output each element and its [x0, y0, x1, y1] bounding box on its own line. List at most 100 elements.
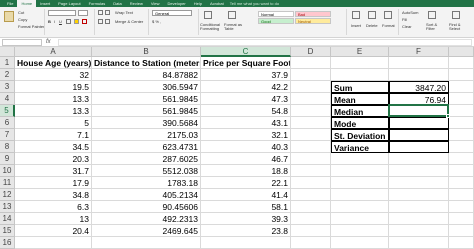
grid-cell[interactable] — [291, 225, 331, 237]
grid-cell[interactable] — [291, 177, 331, 189]
fill-handle[interactable] — [446, 114, 450, 118]
grid-cell[interactable] — [449, 141, 474, 153]
fill-button[interactable]: Fill — [402, 17, 407, 22]
row-header-2[interactable]: 2 — [0, 69, 15, 81]
column-header-f[interactable]: F — [389, 47, 449, 57]
find-select-button[interactable]: Find & Select — [449, 23, 469, 31]
stat-value-variance[interactable] — [389, 141, 449, 153]
grid-cell[interactable] — [389, 189, 449, 201]
font-name-select[interactable] — [48, 10, 76, 16]
insert-cells-icon[interactable] — [352, 11, 360, 19]
font-size-select[interactable] — [78, 10, 88, 16]
grid-cell[interactable] — [389, 69, 449, 81]
cell-price[interactable]: 22.1 — [201, 177, 291, 189]
row-header-14[interactable]: 14 — [0, 213, 15, 225]
grid-cell[interactable] — [291, 153, 331, 165]
cell-distance[interactable]: 623.4731 — [92, 141, 201, 153]
cell-house-age[interactable]: 7.1 — [15, 129, 92, 141]
stat-label-median[interactable]: Median — [331, 105, 389, 117]
clear-button[interactable]: Clear — [402, 24, 412, 29]
column-header-e[interactable]: E — [331, 47, 389, 57]
tell-me-search[interactable]: Tell me what you want to do — [230, 1, 279, 6]
grid-cell[interactable] — [449, 153, 474, 165]
underline-button[interactable]: U — [59, 19, 62, 24]
style-good[interactable]: Good — [258, 18, 294, 24]
grid-cell[interactable] — [331, 177, 389, 189]
sort-filter-button[interactable]: Sort & Filter — [426, 23, 444, 31]
cell-price[interactable]: 54.8 — [201, 105, 291, 117]
cell-house-age[interactable]: 20.3 — [15, 153, 92, 165]
row-header-10[interactable]: 10 — [0, 165, 15, 177]
tab-file[interactable]: File — [3, 0, 17, 7]
cell-house-age[interactable]: 34.5 — [15, 141, 92, 153]
cell-price[interactable]: 39.3 — [201, 213, 291, 225]
grid-cell[interactable] — [449, 237, 474, 249]
column-header-b[interactable]: B — [92, 47, 201, 57]
grid-cell[interactable] — [449, 129, 474, 141]
grid-cell[interactable] — [331, 69, 389, 81]
merge-center-button[interactable]: Merge & Center — [115, 19, 143, 24]
borders-icon[interactable] — [66, 19, 71, 24]
grid-cell[interactable] — [389, 177, 449, 189]
format-button[interactable]: Format — [382, 23, 395, 28]
style-normal[interactable]: Normal — [258, 11, 294, 17]
column-header-c[interactable]: C — [201, 47, 291, 57]
tab-home[interactable]: Home — [17, 0, 37, 7]
row-header-8[interactable]: 8 — [0, 141, 15, 153]
header-house-age[interactable]: House Age (years) — [15, 57, 92, 69]
cell-distance[interactable]: 5512.038 — [92, 165, 201, 177]
cell-price[interactable]: 43.1 — [201, 117, 291, 129]
row-header-4[interactable]: 4 — [0, 93, 15, 105]
column-header-d[interactable]: D — [291, 47, 331, 57]
grid-cell[interactable] — [389, 57, 449, 69]
cell-house-age[interactable]: 32 — [15, 69, 92, 81]
grid-cell[interactable] — [389, 201, 449, 213]
tab-page-layout[interactable]: Page Layout — [54, 0, 84, 7]
grid-cell[interactable] — [389, 237, 449, 249]
conditional-formatting-button[interactable]: Conditional Formatting — [200, 23, 220, 31]
grid-cell[interactable] — [291, 117, 331, 129]
cell-house-age[interactable]: 17.9 — [15, 177, 92, 189]
wrap-text-button[interactable]: Wrap Text — [115, 10, 133, 15]
grid-cell[interactable] — [92, 237, 201, 249]
grid-cell[interactable] — [449, 105, 474, 117]
cell-distance[interactable]: 90.45606 — [92, 201, 201, 213]
grid-cell[interactable] — [449, 81, 474, 93]
stat-label-mean[interactable]: Mean — [331, 93, 389, 105]
grid-cell[interactable] — [449, 57, 474, 69]
column-header-a[interactable]: A — [15, 47, 92, 57]
stat-label-variance[interactable]: Variance — [331, 141, 389, 153]
row-header-9[interactable]: 9 — [0, 153, 15, 165]
grid-cell[interactable] — [449, 213, 474, 225]
delete-cells-icon[interactable] — [368, 11, 376, 19]
stat-value-median[interactable] — [389, 105, 449, 117]
worksheet-grid[interactable]: A B C D E F 1 2 3 4 5 6 7 8 9 10 11 12 13 14 15 16 House Age (… — [0, 47, 474, 249]
cell-price[interactable]: 58.1 — [201, 201, 291, 213]
cell-distance[interactable]: 492.2313 — [92, 213, 201, 225]
stat-value-mode[interactable] — [389, 117, 449, 129]
grid-cell[interactable] — [389, 213, 449, 225]
cell-distance[interactable]: 405.2134 — [92, 189, 201, 201]
grid-cell[interactable] — [15, 237, 92, 249]
grid-cell[interactable] — [291, 141, 331, 153]
grid-cell[interactable] — [449, 69, 474, 81]
grid-cell[interactable] — [291, 189, 331, 201]
copy-button[interactable]: Copy — [18, 17, 27, 22]
cell-distance[interactable]: 390.5684 — [92, 117, 201, 129]
cell-house-age[interactable]: 34.8 — [15, 189, 92, 201]
align-middle-icon[interactable] — [105, 10, 110, 15]
grid-cell[interactable] — [291, 237, 331, 249]
align-top-icon[interactable] — [98, 10, 103, 15]
cell-house-age[interactable]: 19.5 — [15, 81, 92, 93]
italic-button[interactable]: I — [54, 19, 55, 24]
cell-distance[interactable]: 306.5947 — [92, 81, 201, 93]
grid-cell[interactable] — [331, 201, 389, 213]
grid-cell[interactable] — [291, 69, 331, 81]
cell-house-age[interactable]: 13.3 — [15, 105, 92, 117]
tab-formulas[interactable]: Formulas — [85, 0, 110, 7]
row-header-15[interactable]: 15 — [0, 225, 15, 237]
insert-button[interactable]: Insert — [351, 23, 361, 28]
header-price-per-sqft[interactable]: Price per Square Foot — [201, 57, 291, 69]
cell-price[interactable]: 46.7 — [201, 153, 291, 165]
conditional-formatting-icon[interactable] — [204, 11, 212, 19]
